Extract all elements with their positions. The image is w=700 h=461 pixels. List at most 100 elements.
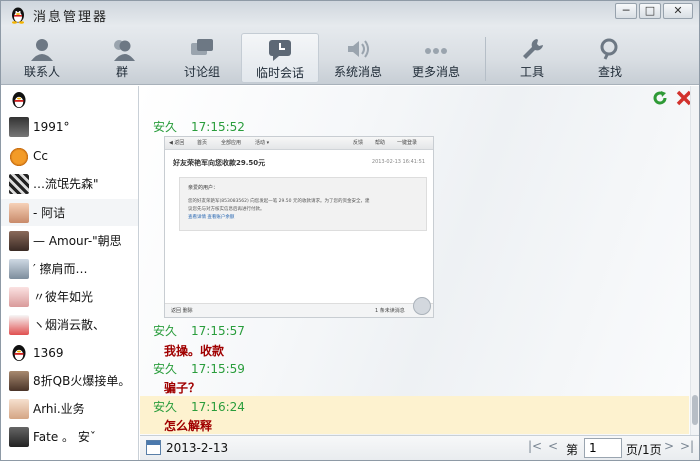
embedded-body: 议您先与对方核实信息后再进行付款。	[188, 207, 265, 212]
message-manager-window: 消息管理器 ─ □ ✕ 联系人 群 讨论组 临时会话 系统消息 更多消息 工具 …	[0, 0, 700, 461]
contact-name: Fate 。 安ˇ	[33, 430, 96, 444]
contact-item[interactable]: ヽ烟消云散、	[1, 311, 138, 338]
main-nav: 联系人 群 讨论组 临时会话 系统消息 更多消息 工具 查找	[1, 31, 699, 85]
contact-name: ヽ烟消云散、	[33, 318, 106, 332]
message-time: 17:15:59	[191, 362, 245, 376]
nav-temp-chat[interactable]: 临时会话	[241, 33, 319, 83]
close-button[interactable]: ✕	[663, 3, 693, 19]
contact-name: Arhi.业务	[33, 402, 85, 416]
nav-discussion[interactable]: 讨论组	[163, 33, 241, 83]
prev-page-button[interactable]: <	[548, 439, 558, 453]
nav-search[interactable]: 查找	[571, 33, 649, 83]
group-icon	[114, 40, 135, 61]
contact-item[interactable]: Cc	[1, 142, 138, 169]
maximize-button[interactable]: □	[639, 3, 661, 19]
minimize-button[interactable]: ─	[615, 3, 637, 19]
nav-search-label: 查找	[597, 65, 622, 79]
message-sender: 安久	[153, 362, 178, 376]
message-time: 17:15:57	[191, 324, 245, 338]
embedded-toolbar-item: 首页	[197, 140, 208, 146]
page-input[interactable]	[584, 438, 622, 458]
embedded-footer-right: 1 条未读消息	[375, 308, 405, 314]
contact-item[interactable]: …流氓先森"	[1, 170, 138, 197]
qq-penguin-icon	[12, 7, 24, 24]
avatar	[9, 314, 29, 335]
contact-item[interactable]: - 阿诘	[1, 199, 138, 226]
first-page-button[interactable]: |<	[528, 439, 542, 453]
page-label-prefix: 第	[566, 443, 579, 457]
calendar-icon[interactable]	[146, 440, 161, 455]
top-bar: 消息管理器 ─ □ ✕ 联系人 群 讨论组 临时会话 系统消息 更多消息 工具 …	[1, 1, 699, 85]
contact-name: 1369	[33, 345, 64, 360]
page-label-suffix: 页/1页	[626, 443, 662, 457]
avatar	[9, 116, 29, 137]
nav-group[interactable]: 群	[83, 33, 161, 83]
message-text: 怎么解释	[164, 419, 213, 433]
chat-scrollbar[interactable]	[690, 86, 699, 435]
refresh-icon[interactable]	[651, 89, 669, 107]
nav-system-msg[interactable]: 系统消息	[319, 33, 397, 83]
message-sender: 安久	[153, 120, 178, 134]
next-page-button[interactable]: >	[664, 439, 674, 453]
zoom-icon[interactable]	[413, 297, 431, 315]
contact-item[interactable]: Fate 。 安ˇ	[1, 423, 138, 450]
nav-temp-chat-label: 临时会话	[255, 66, 304, 80]
message-time: 17:16:24	[191, 400, 245, 414]
bottom-bar: 2013-2-13 |< < 第 页/1页 > >|	[140, 435, 699, 460]
embedded-toolbar-item: 全部应用	[221, 140, 242, 146]
message-sender: 安久	[153, 400, 178, 414]
nav-tools[interactable]: 工具	[493, 33, 571, 83]
search-icon	[600, 38, 618, 60]
embedded-greeting: 亲爱的用户：	[188, 185, 219, 191]
embedded-footer: 返回 删除 1 条未读消息	[165, 303, 433, 317]
message-header: 安久 17:16:24	[153, 398, 245, 415]
nav-contacts-label: 联系人	[23, 65, 60, 79]
nav-system-msg-label: 系统消息	[333, 65, 382, 79]
embedded-subject: 好友荣艳军向您收款29.50元	[173, 159, 266, 167]
embedded-toolbar-item: 一键登录	[397, 140, 418, 146]
embedded-date: 2013-02-13 16:41:51	[371, 159, 425, 165]
qq-penguin-icon	[12, 91, 26, 108]
avatar	[9, 202, 29, 223]
avatar	[9, 145, 29, 166]
more-icon	[425, 48, 447, 54]
speaker-icon	[348, 40, 369, 58]
contact-item[interactable]: Arhi.业务	[1, 395, 138, 422]
embedded-toolbar-item: 反馈	[353, 140, 364, 146]
contact-name: ′ 擦肩而…	[33, 262, 88, 276]
embedded-body: 您的好友荣艳军(853083562) 向您发起一笔 29.50 元的收款请求。为…	[188, 199, 370, 204]
discussion-icon	[191, 39, 213, 55]
embedded-toolbar-item: 活动 ▾	[255, 140, 270, 146]
avatar	[9, 258, 29, 279]
last-page-button[interactable]: >|	[680, 439, 694, 453]
contact-item[interactable]: 1369	[1, 339, 138, 366]
nav-tools-label: 工具	[519, 65, 544, 79]
nav-more-msg-label: 更多消息	[411, 65, 460, 79]
contact-list: 1991° Cc …流氓先森" - 阿诘 — Amour-"朝思 ′ 擦肩而…	[1, 86, 139, 460]
title-bar: 消息管理器	[9, 5, 108, 25]
scrollbar-thumb[interactable]	[692, 395, 698, 425]
message-text: 骗子？	[164, 381, 201, 395]
wrench-icon	[523, 39, 543, 59]
chat-tools	[651, 89, 693, 107]
nav-divider	[485, 37, 486, 81]
temp-chat-icon	[269, 40, 291, 61]
contact-item[interactable]: 8折QB火爆接单。	[1, 367, 138, 394]
embedded-links: 查看详情 查看账户余额	[188, 215, 235, 220]
contact-item[interactable]: — Amour-"朝思	[1, 227, 138, 254]
embedded-screenshot[interactable]: ◀ 返回 首页 全部应用 活动 ▾ 反馈 帮助 一键登录 好友荣艳军向您收款29…	[164, 136, 434, 318]
contact-item[interactable]: 〃彼年如光	[1, 283, 138, 310]
contact-item[interactable]: 1991°	[1, 113, 138, 140]
embedded-toolbar: ◀ 返回 首页 全部应用 活动 ▾ 反馈 帮助 一键登录	[165, 137, 433, 150]
message-header: 安久 17:15:52	[153, 118, 245, 135]
current-date[interactable]: 2013-2-13	[166, 441, 228, 455]
contact-item[interactable]	[1, 86, 138, 113]
nav-more-msg[interactable]: 更多消息	[397, 33, 475, 83]
nav-contacts[interactable]: 联系人	[3, 33, 81, 83]
message-header: 安久 17:15:59	[153, 360, 245, 377]
contact-item[interactable]: ′ 擦肩而…	[1, 255, 138, 282]
message-text: 我操。收款	[164, 344, 225, 358]
contact-name: Cc	[33, 148, 48, 163]
contact-name: …流氓先森"	[33, 177, 99, 191]
avatar	[9, 370, 29, 391]
